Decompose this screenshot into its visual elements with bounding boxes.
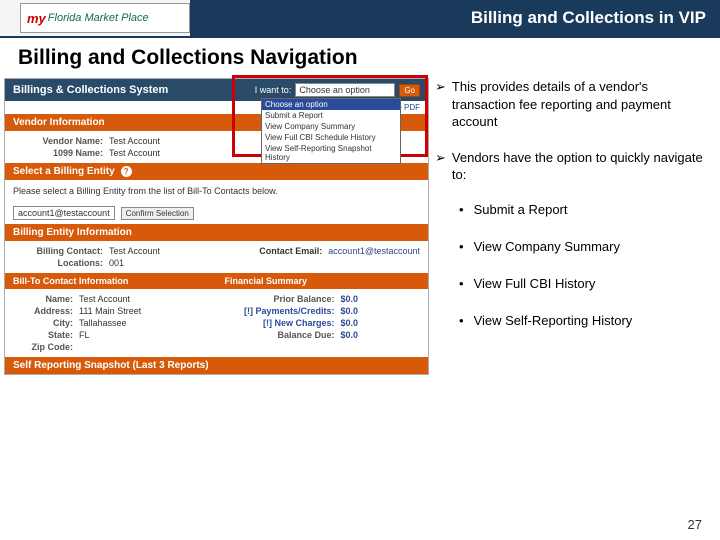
dropdown-option[interactable]: View Full CBI Schedule History (262, 132, 400, 143)
balance-due: $0.0 (341, 330, 359, 340)
entity-select[interactable]: account1@testaccount (13, 206, 115, 220)
section-heading: Billing and Collections Navigation (0, 38, 720, 78)
dropdown-option[interactable]: Choose an option (262, 99, 400, 110)
billto-city: Tallahassee (79, 318, 127, 328)
help-icon[interactable]: ? (121, 166, 132, 177)
new-charges: $0.0 (341, 318, 359, 328)
billing-contact-label: Billing Contact: (13, 246, 103, 256)
select-entity-instruction: Please select a Billing Entity from the … (13, 184, 420, 198)
arrow-icon: ➢ (435, 149, 446, 184)
sub-bullet: • View Full CBI History (459, 276, 708, 291)
app-screenshot: Billings & Collections System I want to:… (4, 78, 429, 375)
sub-bullet: • View Self-Reporting History (459, 313, 708, 328)
locations-label: Locations: (13, 258, 103, 268)
sub-bullet: • View Company Summary (459, 239, 708, 254)
billto-addr-label: Address: (13, 306, 73, 316)
bullet-2: ➢ Vendors have the option to quickly nav… (435, 149, 708, 184)
sub-text: View Full CBI History (474, 276, 596, 291)
slide-title: Billing and Collections in VIP (471, 8, 706, 28)
dot-icon: • (459, 276, 464, 291)
page-number: 27 (688, 517, 702, 532)
billing-contact: Test Account (109, 246, 160, 256)
nav-dropdown-list[interactable]: Choose an option Submit a Report View Co… (261, 98, 401, 164)
select-entity-hdr: Select a Billing Entity? (5, 163, 428, 180)
billto-addr: 111 Main Street (79, 306, 141, 316)
header-right: Billing and Collections in VIP (190, 0, 720, 36)
sub-text: View Self-Reporting History (474, 313, 633, 328)
billing-entity-info-hdr: Billing Entity Information (5, 224, 428, 241)
dot-icon: • (459, 239, 464, 254)
vendor-name-label: Vendor Name: (13, 136, 103, 146)
confirm-button[interactable]: Confirm Selection (121, 207, 194, 220)
sys-title: Billings & Collections System (13, 84, 168, 96)
dot-icon: • (459, 313, 464, 328)
select-entity-title: Select a Billing Entity (13, 166, 115, 177)
iwantto-label: I want to: (255, 85, 292, 95)
dropdown-option[interactable]: View Company Summary (262, 121, 400, 132)
billto-name: Test Account (79, 294, 130, 304)
fin-summary-hdr: Financial Summary (217, 273, 429, 289)
tax-name: Test Account (109, 148, 160, 158)
billto-zip-label: Zip Code: (13, 342, 73, 352)
snapshot-hdr: Self Reporting Snapshot (Last 3 Reports) (5, 357, 428, 374)
arrow-icon: ➢ (435, 78, 446, 131)
logo-text: Florida Market Place (48, 12, 149, 24)
billto-hdr: Bill-To Contact Information (5, 273, 217, 289)
sub-bullet: • Submit a Report (459, 202, 708, 217)
prior-balance-label: Prior Balance: (225, 294, 335, 304)
bullet-2-text: Vendors have the option to quickly navig… (452, 149, 708, 184)
tax-name-label: 1099 Name: (13, 148, 103, 158)
payments-label: [!] Payments/Credits: (225, 306, 335, 316)
header-bar: my Florida Market Place Billing and Coll… (0, 0, 720, 38)
dropdown-option[interactable]: Submit a Report (262, 110, 400, 121)
billto-city-label: City: (13, 318, 73, 328)
logo: my Florida Market Place (20, 3, 190, 33)
nav-dropdown[interactable]: Choose an option (295, 83, 395, 97)
dropdown-option[interactable]: View Self-Reporting Snapshot History (262, 143, 400, 163)
contact-email: account1@testaccount (328, 246, 420, 256)
bullet-1: ➢ This provides details of a vendor's tr… (435, 78, 708, 131)
sub-text: Submit a Report (474, 202, 568, 217)
balance-due-label: Balance Due: (225, 330, 335, 340)
logo-my: my (27, 11, 46, 26)
billto-state: FL (79, 330, 90, 340)
prior-balance: $0.0 (341, 294, 359, 304)
vendor-name: Test Account (109, 136, 160, 146)
billto-state-label: State: (13, 330, 73, 340)
payments: $0.0 (341, 306, 359, 316)
go-button[interactable]: Go (399, 84, 420, 97)
bullet-1-text: This provides details of a vendor's tran… (452, 78, 708, 131)
sub-text: View Company Summary (474, 239, 620, 254)
new-charges-label: [!] New Charges: (225, 318, 335, 328)
locations: 001 (109, 258, 124, 268)
billto-name-label: Name: (13, 294, 73, 304)
contact-email-label: Contact Email: (259, 246, 322, 256)
dot-icon: • (459, 202, 464, 217)
